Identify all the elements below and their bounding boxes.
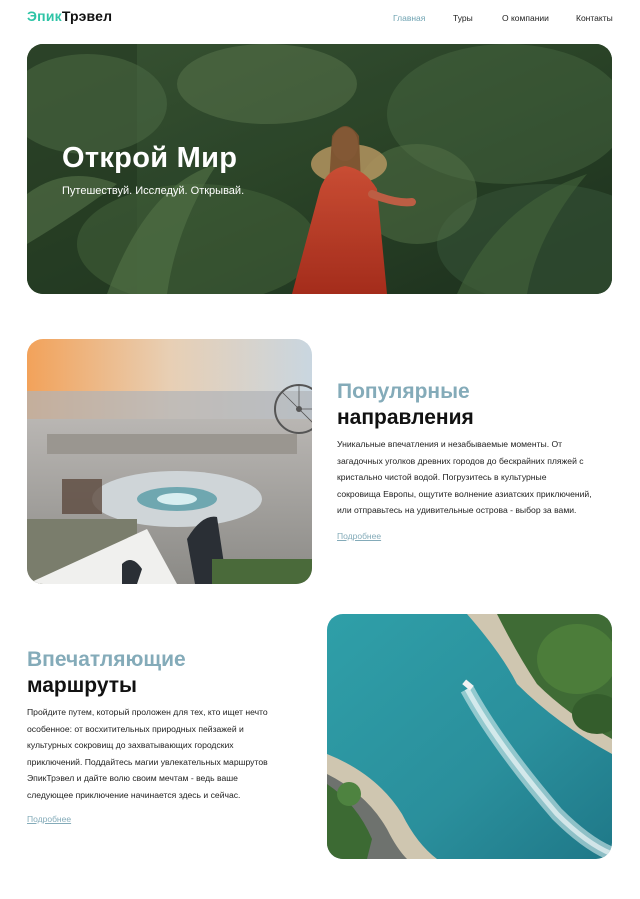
text-line: Уникальные впечатления и незабываемые мо… [337, 439, 563, 449]
popular-destinations-image [27, 339, 312, 584]
nav-tours-link[interactable]: Туры [453, 13, 473, 23]
text-line: загадочных уголков древних городов до бе… [337, 455, 584, 466]
nav-about-link[interactable]: О компании [502, 13, 549, 23]
routes-text: Пройдите путем, который проложен для тех… [27, 704, 307, 803]
hero-banner: Открой Мир Путешествуй. Исследуй. Открыв… [27, 44, 612, 294]
text-line: сокровища Европы, ощутите волнение азиат… [337, 488, 592, 499]
text-line: или отправьтесь на удивительные острова … [337, 505, 577, 515]
nav-contacts-link[interactable]: Контакты [576, 13, 613, 23]
popular-destinations-heading: Популярные направления [337, 379, 474, 431]
text-line: следующее приключение начинается здесь и… [27, 789, 241, 800]
hero-subtitle: Путешествуй. Исследуй. Открывай. [62, 185, 245, 197]
text-line: кристально чистой водой. Погрузитесь в к… [337, 472, 547, 482]
heading-line-2: направления [337, 406, 474, 429]
text-line: ЭпикТрэвел и дайте волю своим мечтам - в… [27, 773, 238, 783]
popular-destinations-more-link[interactable]: Подробнее [337, 531, 381, 541]
text-line: приключений. Поддайтесь магии увлекатель… [27, 756, 268, 767]
routes-more-link[interactable]: Подробнее [27, 814, 71, 824]
heading-line-1: Впечатляющие [27, 648, 186, 671]
popular-destinations-text: Уникальные впечатления и незабываемые мо… [337, 436, 622, 519]
text-line: культурных сокровищ до захватывающих гор… [27, 740, 234, 750]
routes-image [327, 614, 612, 859]
text-line: особенное: от восхитительных природных п… [27, 723, 244, 734]
routes-heading: Впечатляющие маршруты [27, 647, 186, 699]
hero-title: Открой Мир [62, 142, 238, 174]
text-line: Пройдите путем, который проложен для тех… [27, 707, 268, 717]
logo[interactable]: ЭпикТрэвел [27, 8, 112, 24]
nav-home-link[interactable]: Главная [393, 13, 425, 23]
logo-part-1: Эпик [27, 8, 62, 24]
heading-line-2: маршруты [27, 674, 137, 697]
logo-part-2: Трэвел [61, 8, 113, 24]
heading-line-1: Популярные [337, 380, 470, 403]
site-header: ЭпикТрэвел Главная Туры О компании Конта… [0, 0, 640, 40]
